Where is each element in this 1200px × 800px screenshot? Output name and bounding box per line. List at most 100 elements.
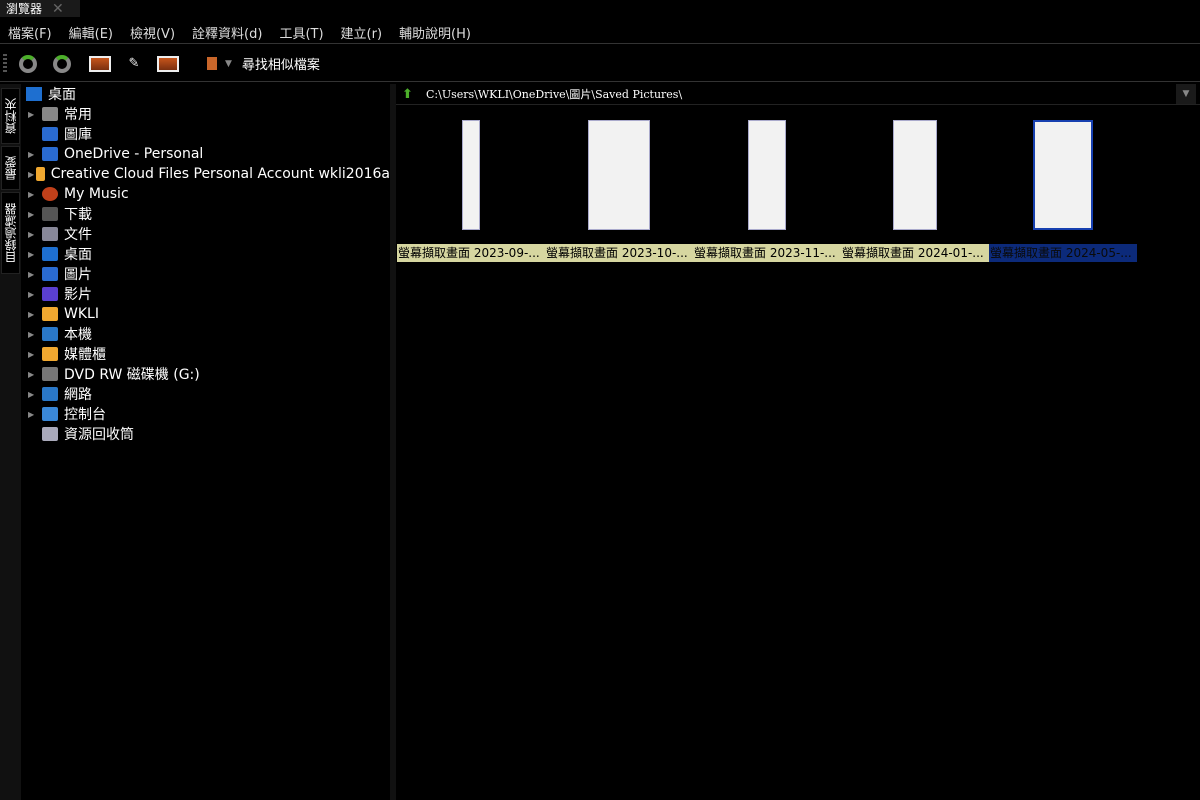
expand-arrow-icon[interactable]: ▶ [28,290,42,299]
expand-arrow-icon[interactable]: ▶ [28,150,42,159]
tree-item-label: 下載 [64,207,92,223]
tree-item[interactable]: ▶ 控制台 [22,404,390,424]
address-input[interactable]: C:\Users\WKLI\OneDrive\圖片\Saved Pictures… [426,86,1176,102]
file-thumbnail[interactable]: 螢幕擷取畫面 2024-05-... [989,120,1137,264]
thumbnail-grid: 螢幕擷取畫面 2023-09-... 螢幕擷取畫面 2023-10-... 螢幕擷取… [397,120,1137,264]
tree-item-label: 資源回收筒 [64,427,134,443]
find-similar-button[interactable]: 尋找相似檔案 [242,54,320,73]
tree-item[interactable]: ▶ DVD RW 磁碟機 (G:) [22,364,390,384]
expand-arrow-icon[interactable]: ▶ [28,210,42,219]
thumbnail-image [748,120,786,230]
folder-icon [42,307,58,321]
file-name-label: 螢幕擷取畫面 2023-09-... [397,244,545,262]
expand-arrow-icon[interactable]: ▶ [28,330,42,339]
move-to-button[interactable] [87,52,113,76]
cloud-icon [42,147,58,161]
tab-favorites[interactable]: 最愛 [1,146,20,190]
tab-title: 瀏覽器 [6,2,43,16]
up-folder-icon[interactable]: ⬆ [402,87,416,102]
expand-arrow-icon[interactable]: ▶ [28,270,42,279]
toolbar-grip[interactable] [3,53,7,74]
download-icon [42,207,58,221]
expand-arrow-icon[interactable]: ▶ [28,170,36,179]
expand-arrow-icon[interactable]: ▶ [28,310,42,319]
expand-arrow-icon[interactable]: ▶ [28,350,42,359]
address-dropdown-button[interactable]: ▼ [1176,84,1196,104]
file-thumbnail[interactable]: 螢幕擷取畫面 2023-11-... [693,120,841,264]
close-icon[interactable]: ✕ [52,1,64,17]
tree-item-label: My Music [64,186,129,202]
dropdown-arrow-icon[interactable]: ▼ [225,59,232,69]
tree-item[interactable]: 圖庫 [22,124,390,144]
pictures-icon [42,267,58,281]
tree-item[interactable]: ▶ 常用 [22,104,390,124]
gallery-icon [42,127,58,141]
tree-item[interactable]: ▶ Creative Cloud Files Personal Account w… [22,164,390,184]
music-icon [42,187,58,201]
tree-item[interactable]: 資源回收筒 [22,424,390,444]
expand-arrow-icon[interactable]: ▶ [28,230,42,239]
rotate-left-button[interactable] [15,52,41,76]
tree-item-label: 文件 [64,227,92,243]
tree-item-label: 圖庫 [64,127,92,143]
file-thumbnail[interactable]: 螢幕擷取畫面 2024-01-... [841,120,989,264]
menu-view[interactable]: 檢視(V) [130,23,175,42]
menu-file[interactable]: 檔案(F) [8,23,52,42]
slideshow-icon [157,55,179,72]
menu-help[interactable]: 輔助說明(H) [399,23,471,42]
menu-bar: 檔案(F) 編輯(E) 檢視(V) 詮釋資料(d) 工具(T) 建立(r) 輔助… [0,22,1200,44]
tree-item[interactable]: ▶ 網路 [22,384,390,404]
tree-root[interactable]: 桌面 [22,84,390,104]
thumbnail-image [893,120,937,230]
tree-item[interactable]: ▶ 圖片 [22,264,390,284]
tree-item[interactable]: ▶ 媒體櫃 [22,344,390,364]
tree-item[interactable]: ▶ OneDrive - Personal [22,144,390,164]
tree-item[interactable]: ▶ My Music [22,184,390,204]
expand-arrow-icon[interactable]: ▶ [28,190,42,199]
tab-browser[interactable]: 瀏覽器 ✕ [0,0,80,17]
tree-item-label: WKLI [64,306,99,322]
tab-catalog-filter[interactable]: 目錄過濾器 [1,192,20,274]
tree-item-label: OneDrive - Personal [64,146,204,162]
menu-create[interactable]: 建立(r) [341,23,383,42]
move-image-icon [89,55,111,72]
tree-item[interactable]: ▶ 本機 [22,324,390,344]
tree-item[interactable]: ▶ WKLI [22,304,390,324]
toolbar: ✎ ▼ 尋找相似檔案 [0,46,1200,82]
folder-tree: 桌面 ▶ 常用圖庫 ▶ OneDrive - Personal ▶ Creative Cl… [22,84,390,800]
side-tabs: 資料夾 最愛 目錄過濾器 [0,84,21,800]
tree-item-label: 影片 [64,287,92,303]
rotate-right-button[interactable] [49,52,75,76]
tree-item-label: 圖片 [64,267,92,283]
tree-item[interactable]: ▶ 桌面 [22,244,390,264]
rotate-left-icon [19,54,37,73]
batch-rename-button[interactable]: ✎ [121,52,147,76]
file-name-label: 螢幕擷取畫面 2023-11-... [693,244,841,262]
thumbnail-image [462,120,480,230]
slideshow-button[interactable] [155,52,181,76]
tree-item-label: DVD RW 磁碟機 (G:) [64,367,200,383]
expand-arrow-icon[interactable]: ▶ [28,390,42,399]
file-thumbnail[interactable]: 螢幕擷取畫面 2023-10-... [545,120,693,264]
tree-item-label: 桌面 [64,247,92,263]
folder-icon [35,167,45,181]
tree-item[interactable]: ▶ 影片 [22,284,390,304]
tree-item[interactable]: ▶ 下載 [22,204,390,224]
folder-icon [42,347,58,361]
menu-tools[interactable]: 工具(T) [279,23,323,42]
expand-arrow-icon[interactable]: ▶ [28,370,42,379]
address-bar: ⬆ C:\Users\WKLI\OneDrive\圖片\Saved Pictur… [396,84,1200,105]
bookmark-button[interactable] [199,52,225,76]
file-name-label: 螢幕擷取畫面 2024-01-... [841,244,989,262]
file-thumbnail[interactable]: 螢幕擷取畫面 2023-09-... [397,120,545,264]
menu-metadata[interactable]: 詮釋資料(d) [192,23,262,42]
network-icon [42,387,58,401]
tree-item-label: 控制台 [64,407,106,423]
expand-arrow-icon[interactable]: ▶ [28,110,42,119]
tree-item[interactable]: ▶ 文件 [22,224,390,244]
expand-arrow-icon[interactable]: ▶ [28,250,42,259]
recycle-bin-icon [42,427,58,441]
tab-folders[interactable]: 資料夾 [1,88,20,144]
expand-arrow-icon[interactable]: ▶ [28,410,42,419]
menu-edit[interactable]: 編輯(E) [69,23,113,42]
